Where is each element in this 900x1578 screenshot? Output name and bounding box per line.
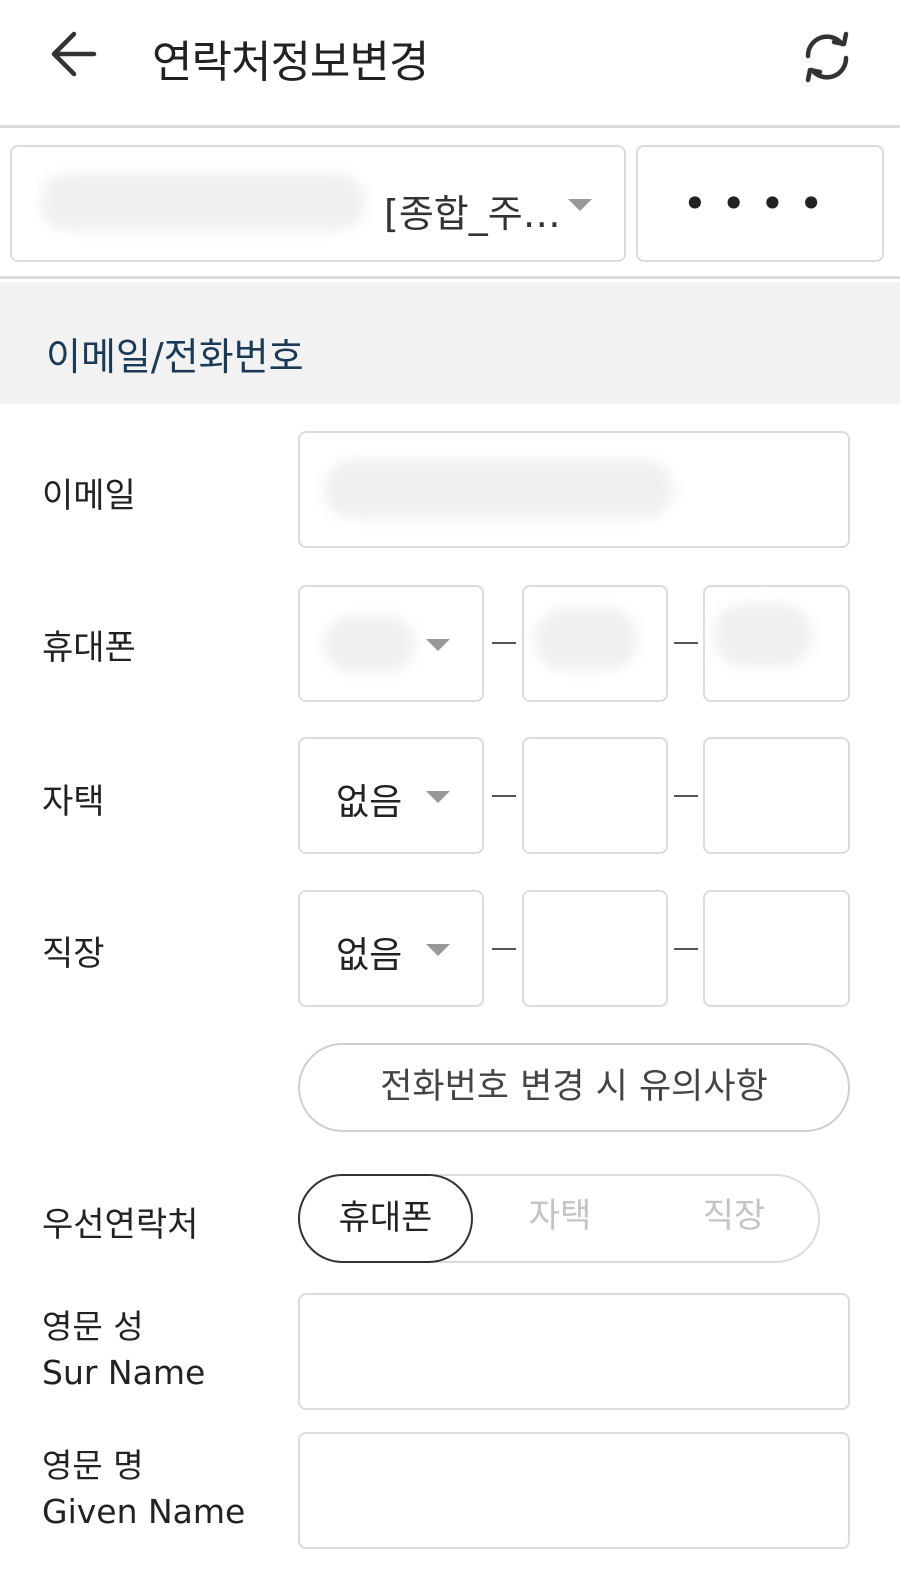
app-header: 연락처정보변경 bbox=[0, 0, 900, 128]
chevron-down-icon bbox=[426, 639, 450, 651]
account-bar: [종합_주… •••• bbox=[0, 131, 900, 279]
mobile-label: 휴대폰 bbox=[42, 628, 136, 668]
home-middle-field[interactable] bbox=[522, 737, 668, 854]
mobile-middle-field[interactable] bbox=[522, 585, 668, 702]
dash-separator bbox=[674, 948, 698, 950]
preferred-contact-label: 우선연락처 bbox=[42, 1205, 199, 1245]
masked-email bbox=[324, 459, 674, 519]
work-label: 직장 bbox=[42, 934, 105, 974]
givenname-label: 영문 명 Given Name bbox=[42, 1443, 245, 1535]
dash-separator bbox=[674, 642, 698, 644]
preferred-contact-toggle: 휴대폰 자택 직장 bbox=[298, 1174, 820, 1263]
back-button[interactable] bbox=[44, 22, 108, 86]
givenname-label-en: Given Name bbox=[42, 1492, 246, 1531]
home-prefix-select[interactable]: 없음 bbox=[298, 737, 484, 854]
refresh-icon bbox=[805, 31, 849, 83]
masked-mobile-middle bbox=[534, 607, 638, 671]
preferred-option-mobile[interactable]: 휴대폰 bbox=[298, 1174, 473, 1263]
page-title: 연락처정보변경 bbox=[152, 37, 429, 88]
surname-label: 영문 성 Sur Name bbox=[42, 1304, 205, 1396]
dash-separator bbox=[492, 642, 516, 644]
surname-label-ko: 영문 성 bbox=[42, 1307, 144, 1346]
preferred-option-home[interactable]: 자택 bbox=[473, 1174, 647, 1263]
email-label: 이메일 bbox=[42, 476, 136, 516]
masked-account-number bbox=[40, 173, 366, 231]
surname-field[interactable] bbox=[298, 1293, 850, 1410]
surname-label-en: Sur Name bbox=[42, 1353, 206, 1392]
arrow-left-icon bbox=[51, 31, 97, 77]
dash-separator bbox=[674, 795, 698, 797]
email-field[interactable] bbox=[298, 431, 850, 548]
masked-mobile-prefix bbox=[324, 615, 416, 673]
givenname-label-ko: 영문 명 bbox=[42, 1446, 144, 1485]
chevron-down-icon bbox=[426, 944, 450, 956]
phone-change-notice-button[interactable]: 전화번호 변경 시 유의사항 bbox=[298, 1043, 850, 1132]
chevron-down-icon bbox=[426, 791, 450, 803]
work-last-field[interactable] bbox=[703, 890, 850, 1007]
password-mask: •••• bbox=[682, 179, 838, 228]
password-field[interactable]: •••• bbox=[636, 145, 884, 262]
mobile-last-field[interactable] bbox=[703, 585, 850, 702]
masked-mobile-last bbox=[713, 603, 813, 667]
home-label: 자택 bbox=[42, 782, 105, 822]
work-prefix-value: 없음 bbox=[336, 935, 403, 976]
work-middle-field[interactable] bbox=[522, 890, 668, 1007]
account-dropdown[interactable]: [종합_주… bbox=[10, 145, 626, 262]
work-prefix-select[interactable]: 없음 bbox=[298, 890, 484, 1007]
home-prefix-value: 없음 bbox=[336, 782, 403, 823]
mobile-prefix-select[interactable] bbox=[298, 585, 484, 702]
dash-separator bbox=[492, 948, 516, 950]
preferred-option-work[interactable]: 직장 bbox=[647, 1174, 821, 1263]
section-header: 이메일/전화번호 bbox=[0, 282, 900, 404]
home-last-field[interactable] bbox=[703, 737, 850, 854]
account-type-label: [종합_주… bbox=[384, 192, 561, 236]
givenname-field[interactable] bbox=[298, 1432, 850, 1549]
dash-separator bbox=[492, 795, 516, 797]
section-title: 이메일/전화번호 bbox=[46, 335, 304, 379]
refresh-button[interactable] bbox=[796, 26, 858, 88]
chevron-down-icon bbox=[568, 199, 592, 211]
